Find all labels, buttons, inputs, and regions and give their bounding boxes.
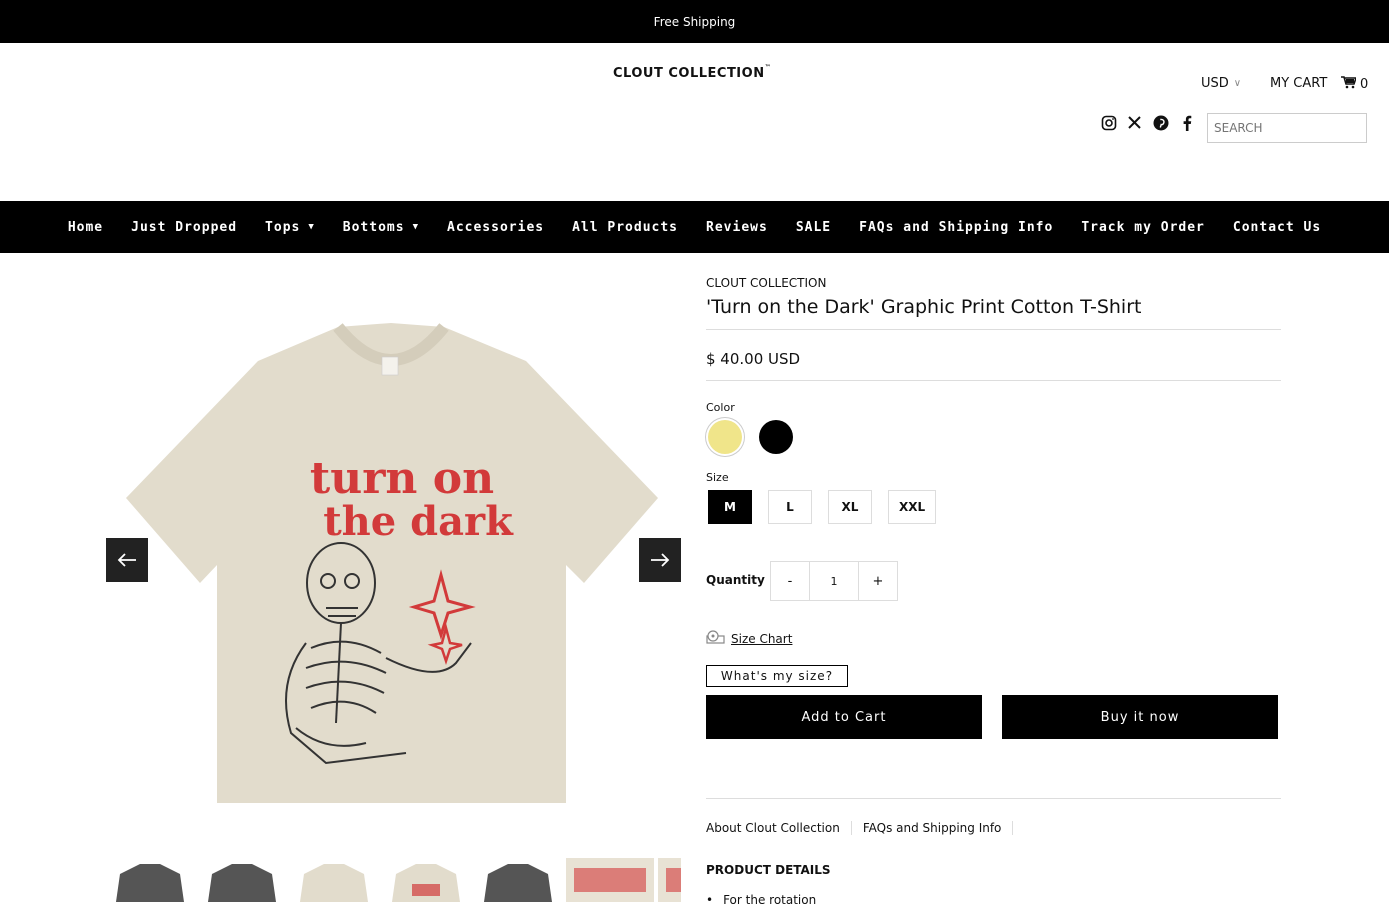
nav-item-label: Contact Us <box>1232 219 1322 235</box>
currency-selector[interactable]: USD ∨ <box>1201 76 1241 91</box>
cart-button[interactable]: 0 <box>1341 76 1368 93</box>
arrow-right-icon <box>650 548 670 572</box>
x-icon[interactable] <box>1126 114 1143 131</box>
nav-item-bottoms[interactable]: Bottoms ▼ <box>343 220 419 235</box>
my-cart-link[interactable]: MY CART <box>1270 76 1327 91</box>
size-option-l[interactable]: L <box>768 490 812 524</box>
color-swatch-black[interactable] <box>759 420 793 454</box>
nav-item-label: FAQs and Shipping Info <box>859 219 1054 235</box>
tab-about[interactable]: About Clout Collection <box>706 821 840 835</box>
color-label: Color <box>706 401 735 414</box>
thumbnail[interactable] <box>382 858 470 902</box>
announcement-text: Free Shipping <box>653 14 736 29</box>
nav-item-label: Bottoms <box>342 219 405 235</box>
chevron-down-icon: ▼ <box>412 222 419 232</box>
site-logo[interactable]: CLOUT COLLECTION™ <box>613 64 772 81</box>
nav-item-home[interactable]: Home <box>68 220 103 235</box>
nav-item-label: All Products <box>572 219 679 235</box>
bullet-text: For the rotation <box>723 893 817 907</box>
quantity-increase-button[interactable]: + <box>858 561 898 601</box>
tab-separator <box>850 821 852 835</box>
social-links <box>1100 114 1195 131</box>
facebook-icon[interactable] <box>1178 114 1195 131</box>
chevron-down-icon: ▼ <box>308 222 315 232</box>
nav-item-sale[interactable]: SALE <box>796 220 831 235</box>
nav-item-label: Track my Order <box>1081 219 1205 235</box>
nav-item-faqs[interactable]: FAQs and Shipping Info <box>859 220 1053 235</box>
nav-item-label: Accessories <box>447 219 545 235</box>
size-option-xxl[interactable]: XXL <box>888 490 937 524</box>
product-image: turn on the dark <box>106 283 681 843</box>
whats-my-size-button[interactable]: What's my size? <box>706 665 848 687</box>
print-line-1: turn on <box>310 453 494 504</box>
product-price: $ 40.00 USD <box>706 350 801 368</box>
buy-now-button[interactable]: Buy it now <box>1002 695 1278 739</box>
nav-item-track-order[interactable]: Track my Order <box>1081 220 1205 235</box>
size-label: Size <box>706 471 729 484</box>
nav-item-contact[interactable]: Contact Us <box>1233 220 1321 235</box>
tab-faqs[interactable]: FAQs and Shipping Info <box>863 821 1002 835</box>
list-item: • For the rotation <box>706 893 816 907</box>
thumbnail[interactable] <box>198 858 286 902</box>
search-input[interactable] <box>1207 113 1367 143</box>
nav-item-accessories[interactable]: Accessories <box>447 220 544 235</box>
tape-measure-icon <box>706 630 725 647</box>
nav-item-label: Home <box>67 219 104 235</box>
thumbnail[interactable] <box>290 858 378 902</box>
nav-item-just-dropped[interactable]: Just Dropped <box>131 220 237 235</box>
announcement-bar: Free Shipping <box>0 0 1389 43</box>
product-details-heading: PRODUCT DETAILS <box>706 863 831 877</box>
size-chart-link[interactable]: Size Chart <box>706 630 792 647</box>
main-nav: Home Just Dropped Tops ▼ Bottoms ▼ Accesso… <box>0 201 1389 253</box>
currency-value: USD <box>1201 76 1229 91</box>
divider <box>706 380 1281 381</box>
thumbnail[interactable] <box>474 858 562 902</box>
cart-count: 0 <box>1360 77 1369 92</box>
thumbnail-strip <box>106 858 681 902</box>
bullet-dot: • <box>706 893 714 907</box>
arrow-left-icon <box>117 548 137 572</box>
nav-item-label: Tops <box>265 219 301 235</box>
nav-item-label: Reviews <box>706 219 768 235</box>
quantity-input[interactable]: 1 <box>809 561 859 601</box>
nav-item-tops[interactable]: Tops ▼ <box>265 220 315 235</box>
size-option-xl[interactable]: XL <box>828 490 872 524</box>
cart-icon <box>1341 76 1358 93</box>
quantity-decrease-button[interactable]: - <box>770 561 810 601</box>
size-chart-label: Size Chart <box>731 631 793 646</box>
logo-text: CLOUT COLLECTION <box>613 66 765 81</box>
info-tabs: About Clout Collection FAQs and Shipping… <box>706 821 1024 835</box>
add-to-cart-button[interactable]: Add to Cart <box>706 695 982 739</box>
nav-item-all-products[interactable]: All Products <box>572 220 678 235</box>
size-options: M L XL XXL <box>708 490 937 524</box>
size-option-m[interactable]: M <box>708 490 752 524</box>
pinterest-icon[interactable] <box>1152 114 1169 131</box>
thumbnail[interactable] <box>658 858 681 902</box>
quantity-label: Quantity <box>706 573 765 587</box>
product-vendor[interactable]: CLOUT COLLECTION <box>706 276 826 290</box>
thumbnail[interactable] <box>566 858 654 902</box>
thumbnail[interactable] <box>106 858 194 902</box>
print-line-2: the dark <box>323 498 514 545</box>
nav-item-reviews[interactable]: Reviews <box>706 220 768 235</box>
chevron-down-icon: ∨ <box>1233 78 1242 89</box>
color-swatch-cream[interactable] <box>708 420 742 454</box>
nav-item-label: SALE <box>795 219 832 235</box>
instagram-icon[interactable] <box>1100 114 1117 131</box>
divider <box>706 798 1281 799</box>
nav-item-label: Just Dropped <box>131 219 238 235</box>
gallery-prev-button[interactable] <box>106 538 148 582</box>
logo-tm: ™ <box>764 64 772 71</box>
tab-separator <box>1012 821 1014 835</box>
quantity-stepper: - 1 + <box>770 561 898 601</box>
gallery-next-button[interactable] <box>639 538 681 582</box>
divider <box>706 329 1281 330</box>
product-title: 'Turn on the Dark' Graphic Print Cotton … <box>706 296 1142 318</box>
